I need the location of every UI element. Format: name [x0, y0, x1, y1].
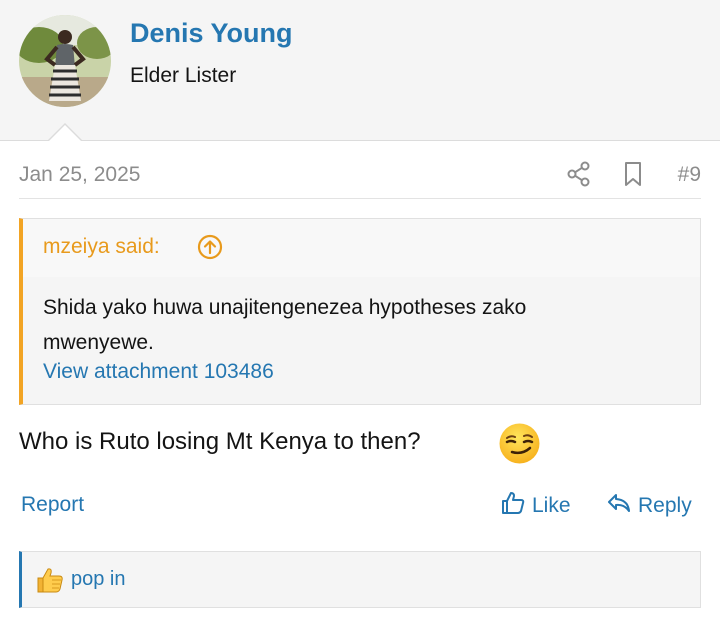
bookmark-icon[interactable] — [622, 161, 644, 187]
reaction-users[interactable]: pop in — [71, 568, 126, 591]
post-date[interactable]: Jan 25, 2025 — [19, 163, 140, 187]
post-number[interactable]: #9 — [678, 163, 701, 187]
thumbs-up-icon — [500, 490, 526, 522]
quote-block: mzeiya said: Shida yako huwa unajitengen… — [19, 218, 701, 405]
share-icon[interactable] — [567, 161, 591, 187]
like-label: Like — [532, 494, 571, 517]
reactions-bar: pop in — [19, 551, 701, 608]
message-arrow-inner — [48, 125, 82, 142]
attachment-link[interactable]: View attachment 103486 — [43, 360, 274, 384]
username[interactable]: Denis Young — [130, 18, 293, 49]
user-title: Elder Lister — [130, 64, 237, 87]
smirking-face-icon — [498, 422, 541, 465]
post-meta: Jan 25, 2025 #9 — [19, 161, 701, 199]
quote-author[interactable]: mzeiya said: — [43, 235, 160, 259]
avatar[interactable] — [19, 15, 111, 107]
quote-header: mzeiya said: — [23, 219, 700, 277]
reply-icon — [606, 490, 632, 522]
reply-label: Reply — [638, 494, 692, 517]
go-to-original-icon[interactable] — [197, 234, 223, 260]
reply-button[interactable]: Reply — [606, 491, 692, 521]
post-body: Who is Ruto losing Mt Kenya to then? — [19, 428, 421, 455]
report-link[interactable]: Report — [21, 493, 84, 517]
like-button[interactable]: Like — [500, 491, 571, 521]
user-header: Denis Young Elder Lister — [0, 0, 720, 141]
thumbs-up-reaction-icon — [35, 565, 65, 595]
quote-text: Shida yako huwa unajitengenezea hypothes… — [43, 296, 527, 354]
